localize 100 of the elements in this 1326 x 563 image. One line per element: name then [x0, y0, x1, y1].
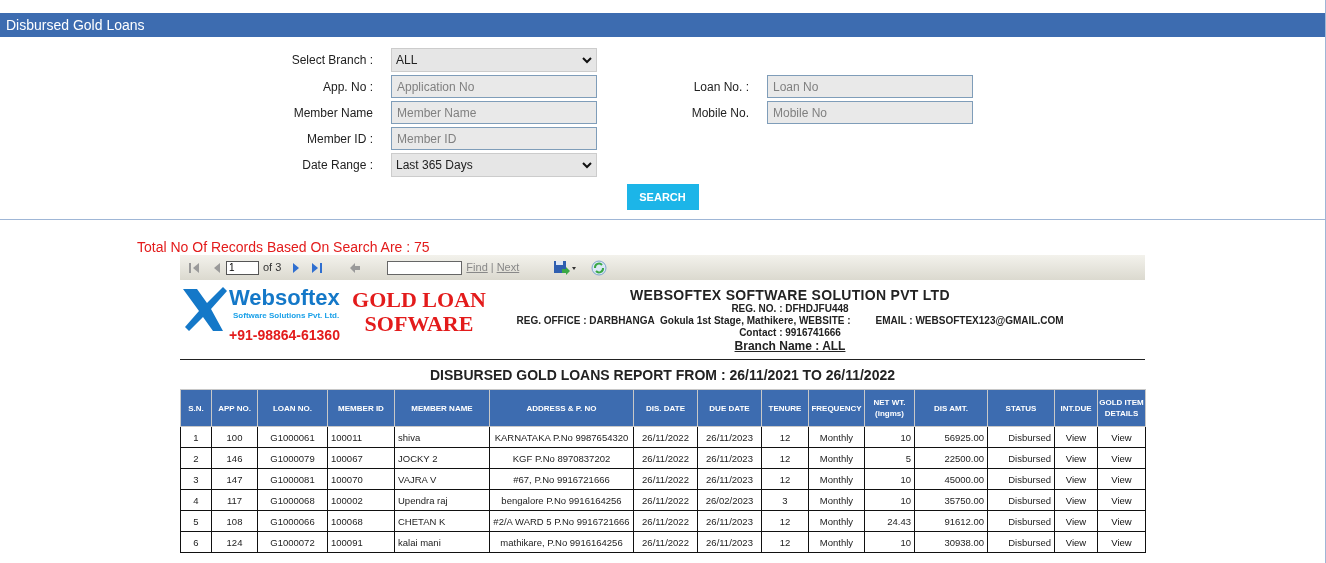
page-title: Disbursed Gold Loans	[0, 13, 1325, 37]
branch-name: Branch Name : ALL	[733, 339, 847, 354]
table-cell: 26/11/2023	[706, 515, 753, 527]
table-cell: Monthly	[819, 473, 854, 485]
column-header: LOAN NO.	[257, 389, 328, 427]
table-cell: 12	[779, 536, 791, 548]
table-cell: 10	[900, 431, 911, 443]
table-cell: shiva	[398, 431, 421, 443]
field-label: Loan No. :	[692, 78, 749, 96]
product-name: GOLD LOAN SOFWARE	[351, 288, 487, 336]
column-header: INT.DUE	[1054, 389, 1098, 427]
table-cell: 2	[193, 452, 199, 464]
chevron-down-icon	[582, 161, 592, 169]
table-cell: 108	[226, 515, 243, 527]
table-cell: G1000081	[270, 473, 315, 485]
table-cell: 26/11/2023	[706, 452, 753, 464]
table-cell: 12	[779, 515, 791, 527]
table-cell: 146	[226, 452, 243, 464]
table-cell: 100068	[331, 515, 363, 527]
table-cell: 12	[779, 431, 791, 443]
table-cell: 4	[193, 494, 199, 506]
column-header: S.N.	[180, 389, 212, 427]
records-summary: Total No Of Records Based On Search Are : 75	[137, 239, 431, 255]
last-page-icon[interactable]	[311, 261, 324, 274]
table-cell: Monthly	[819, 431, 854, 443]
phone-number: +91-98864-61360	[229, 327, 341, 343]
table-cell: 26/11/2023	[706, 431, 753, 443]
table-cell: KGF P.No 8970837202	[512, 452, 611, 464]
table-cell: 45000.00	[944, 473, 984, 485]
column-header: MEMBER ID	[327, 389, 395, 427]
field-label: App. No :	[321, 78, 373, 96]
table-cell: 10	[900, 494, 911, 506]
table-cell: 100011	[331, 431, 362, 443]
table-cell: 117	[226, 494, 243, 506]
table-cell: 3	[193, 473, 199, 485]
column-header: TENURE	[761, 389, 809, 427]
column-header: DUE DATE	[697, 389, 762, 427]
table-cell: 147	[226, 473, 243, 485]
input-field[interactable]: Mobile No	[767, 101, 973, 124]
link-separator: |	[490, 260, 494, 276]
table-cell: CHETAN K	[398, 515, 446, 527]
table-cell: 10	[900, 536, 911, 548]
table-cell: 26/11/2022	[642, 431, 689, 443]
table-cell: G1000079	[270, 452, 315, 464]
page-count: of 3	[263, 260, 282, 276]
table-cell: 12	[779, 473, 791, 485]
field-label: Member Name	[292, 104, 373, 122]
table-cell: kalai mani	[398, 536, 441, 548]
table-cell: Disbursed	[1008, 536, 1051, 548]
input-field[interactable]: Application No	[391, 75, 597, 98]
dropdown[interactable]: ALL	[391, 48, 597, 72]
table-cell: Upendra raj	[398, 494, 448, 506]
table-cell: 26/11/2022	[642, 515, 689, 527]
column-header: APP NO.	[211, 389, 258, 427]
table-cell: 26/11/2022	[642, 536, 689, 548]
table-cell: 26/11/2022	[642, 473, 689, 485]
table-cell: Monthly	[819, 452, 854, 464]
page-number-field[interactable]: 1	[226, 260, 259, 275]
table-cell: 3	[782, 494, 788, 506]
logo-name: Websoftex	[229, 287, 340, 309]
column-header: NET WT. (ingms)	[864, 389, 915, 427]
table-cell: Monthly	[819, 515, 854, 527]
column-header: DIS AMT.	[914, 389, 988, 427]
table-cell: 5	[905, 452, 911, 464]
chevron-down-icon	[582, 56, 592, 64]
field-label: Member ID :	[306, 130, 373, 148]
table-cell: 26/11/2022	[642, 494, 689, 506]
table-cell: #2/A WARD 5 P.No 9916721666	[493, 515, 630, 527]
column-header: GOLD ITEM DETAILS	[1097, 389, 1146, 427]
table-cell: 56925.00	[944, 431, 984, 443]
logo-icon	[183, 287, 227, 331]
table-cell: 30938.00	[944, 536, 984, 548]
table-cell: 26/11/2023	[706, 473, 753, 485]
table-cell: 100002	[331, 494, 363, 506]
table-cell: Disbursed	[1008, 431, 1051, 443]
logo-tagline: Software Solutions Pvt. Ltd.	[233, 311, 341, 321]
input-field[interactable]: Loan No	[767, 75, 973, 98]
table-cell: KARNATAKA P.No 9987654320	[494, 431, 629, 443]
registration-number: REG. NO. : DFHDJFU448	[730, 303, 850, 315]
table-cell: 12	[779, 452, 791, 464]
find-field[interactable]	[387, 260, 463, 275]
table-cell: 26/02/2023	[705, 494, 754, 506]
input-field[interactable]: Member ID	[391, 127, 597, 150]
table-cell: 22500.00	[944, 452, 984, 464]
field-label: Mobile No.	[690, 104, 749, 122]
column-header: DIS. DATE	[633, 389, 698, 427]
table-cell: Disbursed	[1008, 473, 1051, 485]
table-cell: 100	[226, 431, 243, 443]
table-cell: 26/11/2022	[642, 452, 689, 464]
table-cell: 35750.00	[944, 494, 984, 506]
table-cell: G1000072	[270, 536, 315, 548]
table-cell: Monthly	[819, 494, 854, 506]
company-name: WEBSOFTEX SOFTWARE SOLUTION PVT LTD	[629, 287, 951, 303]
input-field[interactable]: Member Name	[391, 101, 597, 124]
column-header: ADDRESS & P. NO	[489, 389, 634, 427]
table-cell: Monthly	[819, 536, 854, 548]
refresh-icon[interactable]	[591, 259, 608, 276]
save-icon[interactable]	[553, 259, 578, 276]
field-label: Select Branch :	[290, 52, 373, 69]
dropdown[interactable]: Last 365 Days	[391, 153, 597, 177]
